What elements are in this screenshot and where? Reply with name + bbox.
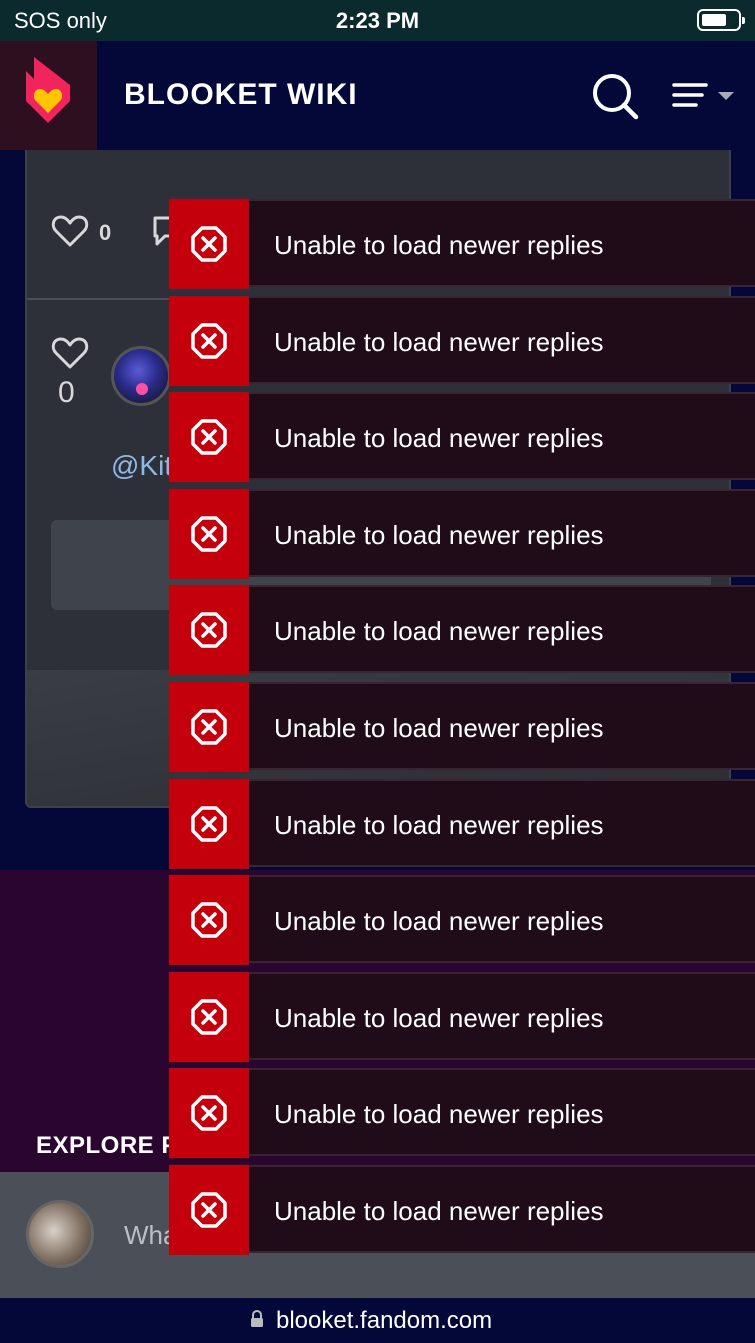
- toast-message: Unable to load newer replies: [274, 1003, 604, 1033]
- lock-icon: [251, 1310, 263, 1327]
- wiki-header: BLOOKET WIKI: [0, 41, 755, 150]
- error-x-octagon-icon: [191, 1192, 227, 1228]
- heart-outline-icon: [51, 215, 89, 247]
- toast-icon-box: [169, 779, 249, 869]
- url-domain: blooket.fandom.com: [276, 1307, 493, 1334]
- explore-title: EXPLORE P: [36, 1132, 178, 1159]
- battery-level: [702, 14, 726, 26]
- toast-message: Unable to load newer replies: [274, 520, 604, 550]
- error-toast[interactable]: Unable to load newer replies: [169, 875, 755, 965]
- toast-message: Unable to load newer replies: [274, 810, 604, 840]
- error-toast[interactable]: Unable to load newer replies: [169, 585, 755, 675]
- toast-message: Unable to load newer replies: [274, 713, 604, 743]
- toast-message: Unable to load newer replies: [274, 906, 604, 936]
- search-button[interactable]: [590, 71, 640, 121]
- search-icon: [593, 74, 639, 120]
- error-toast[interactable]: Unable to load newer replies: [169, 489, 755, 579]
- avatar: [26, 1200, 94, 1268]
- error-x-octagon-icon: [191, 806, 227, 842]
- error-x-octagon-icon: [191, 226, 227, 262]
- toast-icon-box: [169, 489, 249, 579]
- error-toast[interactable]: Unable to load newer replies: [169, 779, 755, 869]
- toast-icon-box: [169, 296, 249, 386]
- error-x-octagon-icon: [191, 419, 227, 455]
- avatar[interactable]: [111, 346, 171, 406]
- toast-icon-box: [169, 1068, 249, 1158]
- toast-icon-box: [169, 1165, 249, 1255]
- fandom-flame-heart-icon: [26, 57, 70, 123]
- like-button[interactable]: [51, 214, 89, 253]
- error-x-octagon-icon: [191, 709, 227, 745]
- menu-button[interactable]: [670, 77, 740, 117]
- heart-outline-icon: [51, 337, 89, 369]
- clock: 2:23 PM: [335, 8, 420, 33]
- error-x-octagon-icon: [191, 612, 227, 648]
- error-toast[interactable]: Unable to load newer replies: [169, 1068, 755, 1158]
- reply-like-button[interactable]: [51, 336, 89, 375]
- toast-message: Unable to load newer replies: [274, 1196, 604, 1226]
- battery-icon: [697, 9, 745, 31]
- toast-message: Unable to load newer replies: [274, 230, 604, 260]
- error-x-octagon-icon: [191, 1095, 227, 1131]
- toast-icon-box: [169, 682, 249, 772]
- like-count: 0: [99, 220, 112, 245]
- toast-icon-box: [169, 875, 249, 965]
- wiki-title[interactable]: BLOOKET WIKI: [124, 78, 358, 112]
- reply-like-count: 0: [58, 376, 75, 409]
- toast-message: Unable to load newer replies: [274, 1099, 604, 1129]
- toast-icon-box: [169, 585, 249, 675]
- toast-message: Unable to load newer replies: [274, 327, 604, 357]
- error-x-octagon-icon: [191, 516, 227, 552]
- toast-icon-box: [169, 972, 249, 1062]
- status-bar: SOS only 2:23 PM: [0, 0, 755, 41]
- error-toast[interactable]: Unable to load newer replies: [169, 296, 755, 386]
- menu-lines-icon: [672, 83, 734, 107]
- error-toast[interactable]: Unable to load newer replies: [169, 682, 755, 772]
- error-toast[interactable]: Unable to load newer replies: [169, 972, 755, 1062]
- error-x-octagon-icon: [191, 999, 227, 1035]
- toast-icon-box: [169, 199, 249, 289]
- error-toast[interactable]: Unable to load newer replies: [169, 1165, 755, 1255]
- toast-message: Unable to load newer replies: [274, 423, 604, 453]
- error-x-octagon-icon: [191, 323, 227, 359]
- chevron-down-icon: [718, 92, 734, 100]
- reply-mention[interactable]: @Kit: [111, 450, 172, 482]
- error-toast[interactable]: Unable to load newer replies: [169, 199, 755, 289]
- fandom-logo-link[interactable]: [0, 41, 97, 150]
- toast-icon-box: [169, 392, 249, 482]
- error-toast[interactable]: Unable to load newer replies: [169, 392, 755, 482]
- error-x-octagon-icon: [191, 902, 227, 938]
- toast-message: Unable to load newer replies: [274, 616, 604, 646]
- url-bar[interactable]: blooket.fandom.com: [0, 1298, 755, 1343]
